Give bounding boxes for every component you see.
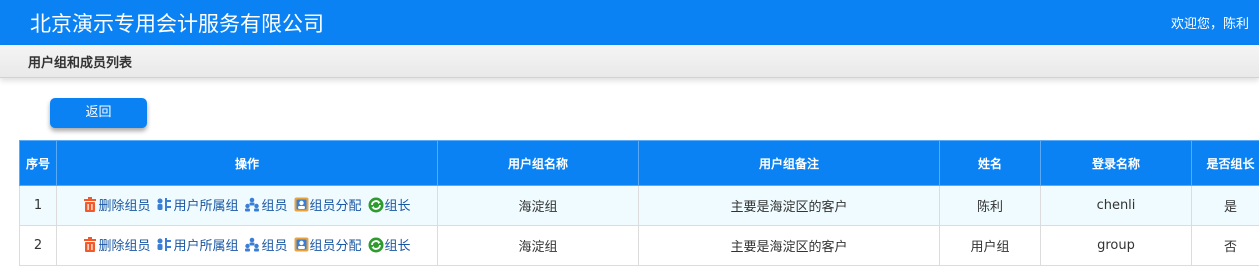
members-icon (244, 197, 260, 212)
row-name: 陈利 (940, 186, 1041, 226)
column-header-group-name: 用户组名称 (438, 141, 639, 186)
column-header-login: 登录名称 (1041, 141, 1192, 186)
members-icon (244, 237, 260, 252)
contact-card-icon (294, 237, 309, 252)
back-button[interactable]: 返回 (50, 98, 147, 128)
column-header-actions: 操作 (57, 141, 438, 186)
row-is-leader: 是 (1192, 186, 1259, 226)
welcome-text: 欢迎您，陈利 (1171, 13, 1249, 32)
row-group-name: 海淀组 (438, 226, 639, 266)
assign-members-link[interactable]: 组员分配 (294, 195, 362, 214)
row-is-leader: 否 (1192, 226, 1259, 266)
trash-icon (83, 237, 97, 252)
group-members-link[interactable]: 组员 (244, 235, 287, 254)
column-header-group-note: 用户组备注 (639, 141, 940, 186)
contact-card-icon (294, 197, 309, 212)
set-leader-link[interactable]: 组长 (368, 195, 411, 214)
table-header-row: 序号 操作 用户组名称 用户组备注 姓名 登录名称 是否组长 (20, 141, 1259, 186)
set-leader-link[interactable]: 组长 (368, 235, 411, 254)
user-groups-icon (156, 197, 172, 212)
company-title: 北京演示专用会计服务有限公司 (30, 8, 324, 38)
user-groups-icon (156, 237, 172, 252)
group-members-table: 序号 操作 用户组名称 用户组备注 姓名 登录名称 是否组长 1 删除组员 用户… (19, 140, 1259, 266)
row-group-note: 主要是海淀区的客户 (639, 226, 940, 266)
page-title: 用户组和成员列表 (28, 52, 132, 71)
assign-members-link[interactable]: 组员分配 (294, 235, 362, 254)
delete-member-link[interactable]: 删除组员 (83, 195, 150, 214)
refresh-circle-icon (368, 237, 384, 253)
row-index: 1 (20, 186, 57, 226)
column-header-is-leader: 是否组长 (1192, 141, 1259, 186)
section-header-bar: 用户组和成员列表 (0, 45, 1259, 78)
row-login: chenli (1041, 186, 1192, 226)
trash-icon (83, 197, 97, 212)
row-login: group (1041, 226, 1192, 266)
group-members-link[interactable]: 组员 (244, 195, 287, 214)
row-index: 2 (20, 226, 57, 266)
row-name: 用户组 (940, 226, 1041, 266)
user-groups-link[interactable]: 用户所属组 (156, 235, 238, 254)
table-row: 1 删除组员 用户所属组 组员 (20, 186, 1259, 226)
user-groups-link[interactable]: 用户所属组 (156, 195, 238, 214)
delete-member-link[interactable]: 删除组员 (83, 235, 150, 254)
row-group-name: 海淀组 (438, 186, 639, 226)
top-header-bar: 北京演示专用会计服务有限公司 欢迎您，陈利 (0, 0, 1259, 45)
row-actions: 删除组员 用户所属组 组员 组员分配 (57, 226, 438, 266)
table-row: 2 删除组员 用户所属组 组员 (20, 226, 1259, 266)
column-header-index: 序号 (20, 141, 57, 186)
column-header-name: 姓名 (940, 141, 1041, 186)
row-group-note: 主要是海淀区的客户 (639, 186, 940, 226)
row-actions: 删除组员 用户所属组 组员 组员分配 (57, 186, 438, 226)
refresh-circle-icon (368, 197, 384, 213)
